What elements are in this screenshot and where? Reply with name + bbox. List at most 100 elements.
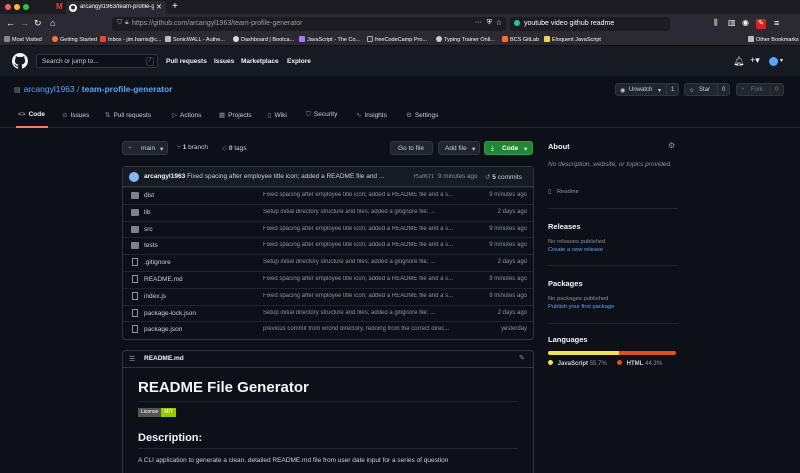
file-name-link[interactable]: index.js [144,293,166,300]
commit-sha[interactable]: f5a0671 [413,174,434,180]
tab-code[interactable]: <> Code [18,111,45,118]
user-avatar[interactable] [769,57,778,66]
file-row[interactable]: dist Fixed spacing after employee title i… [123,187,533,204]
account-icon[interactable]: ◉ [742,18,749,27]
bookmark-inbox[interactable]: Inbox - jim.harris@c... [100,36,162,43]
search-engine-icon[interactable] [514,20,520,26]
tab-issues[interactable]: ⊙ Issues [62,111,89,119]
language-html[interactable]: HTML 44.3% [617,360,662,367]
file-commit-message[interactable]: Setup initial directory structure and fi… [263,259,473,265]
commits-link[interactable]: ↺ 5 commits [485,173,522,181]
about-settings-gear-icon[interactable]: ⚙ [668,141,675,150]
unwatch-button[interactable]: ◉ Unwatch ▾ 1 [615,83,679,96]
create-new-plus-icon[interactable]: +▾ [750,55,760,66]
license-badge[interactable]: License MIT [138,408,176,417]
active-tab[interactable]: arcangyl1963/team-profile-ge ✕ [66,1,166,14]
file-name-link[interactable]: package-lock.json [144,310,196,317]
file-commit-message[interactable]: Fixed spacing after employee title icon;… [263,226,473,232]
bookmark-freecodecamp[interactable]: freeCodeCamp Pro... [367,36,427,43]
gmail-pinned-tab-icon[interactable]: M [56,3,64,11]
bookmark-sonicwall[interactable]: SonicWALL - Authe... [165,36,225,43]
bookmark-other[interactable]: Other Bookmarks [748,36,799,43]
packages-heading[interactable]: Packages [548,279,583,288]
file-name-link[interactable]: package.json [144,326,182,333]
file-row[interactable]: .gitignore Setup initial directory struct… [123,254,533,271]
code-button[interactable]: ⤓ Code ▾ [484,141,533,155]
url-bar[interactable]: ⛉ 🔒︎ https://github.com/arcangyl1963/tea… [112,17,506,31]
bookmark-typing-trainer[interactable]: Typing Trainer Onli... [436,36,495,43]
fork-count[interactable]: 0 [775,87,778,93]
language-javascript[interactable]: JavaScript 55.7% [548,360,607,367]
file-commit-message[interactable]: Setup initial directory structure and fi… [263,310,473,316]
home-icon[interactable]: ⌂ [50,18,55,28]
bookmark-javascript[interactable]: JavaScript - The Co... [299,36,360,43]
tab-pull-requests[interactable]: ⇅ Pull requests [105,111,151,119]
file-name-link[interactable]: README.md [144,276,183,283]
file-row[interactable]: src Fixed spacing after employee title ic… [123,220,533,238]
tab-close-icon[interactable]: ✕ [156,3,162,11]
readme-link[interactable]: ▯ Readme [548,189,579,195]
tab-actions[interactable]: ▷ Actions [172,111,201,119]
file-row[interactable]: lib Setup initial directory structure and… [123,203,533,221]
bookmark-eloquent-js[interactable]: Eloquent JavaScript [544,36,601,43]
star-count[interactable]: 0 [722,87,725,93]
github-search-input[interactable]: Search or jump to... / [36,54,158,68]
minimize-window-button[interactable] [14,4,20,10]
branch-select-button[interactable]: ⑂ main ▾ [122,141,168,155]
file-name-link[interactable]: .gitignore [144,259,171,266]
list-icon[interactable]: ☰ [129,355,135,363]
author-avatar[interactable] [129,172,139,182]
file-row[interactable]: tests Fixed spacing after employee title … [123,237,533,254]
extension-icon[interactable]: ✎ [756,19,766,29]
nav-issues[interactable]: Issues [214,58,234,65]
releases-heading[interactable]: Releases [548,222,581,231]
bookmark-getting-started[interactable]: Getting Started [52,36,97,43]
bookmark-star-icon[interactable]: ☆ [496,19,502,27]
edit-pencil-icon[interactable]: ✎ [519,354,525,362]
bookmark-bcs-gitlab[interactable]: BCS GitLab [502,36,539,43]
star-button[interactable]: ☆ Star 0 [684,83,730,96]
forward-arrow-icon[interactable]: → [20,18,29,28]
publish-package-link[interactable]: Publish your first package [548,304,614,310]
add-file-button[interactable]: Add file ▾ [438,141,480,155]
maximize-window-button[interactable] [23,4,29,10]
file-commit-message[interactable]: Fixed spacing after employee title icon;… [263,276,473,282]
tab-wiki[interactable]: ▯ Wiki [268,111,287,119]
repo-owner-link[interactable]: arcangyl1963 [24,84,75,94]
file-name-link[interactable]: lib [144,209,151,216]
file-commit-message[interactable]: Fixed spacing after employee title icon;… [263,242,473,248]
commit-message[interactable]: Fixed spacing after employee title icon;… [187,173,397,180]
watch-count[interactable]: 1 [671,87,674,93]
file-row[interactable]: README.md Fixed spacing after employee ti… [123,271,533,288]
new-tab-button[interactable]: + [172,1,178,12]
avatar-caret-icon[interactable]: ▾ [780,57,783,64]
file-name-link[interactable]: src [144,226,153,233]
back-arrow-icon[interactable]: ← [6,18,15,28]
file-row[interactable]: package.json previous commit from wrond d… [123,321,533,338]
search-bar[interactable]: youtube video github readme [510,17,670,31]
github-logo-icon[interactable] [12,53,28,69]
file-name-link[interactable]: dist [144,192,154,199]
commit-author[interactable]: arcangyl1963 [144,173,185,180]
bookmark-most-visited[interactable]: Most Visited [4,36,42,43]
tab-security[interactable]: ⛉ Security [306,111,337,119]
shield-icon[interactable]: ⛉ [117,19,122,27]
lock-icon[interactable]: 🔒︎ [125,19,129,27]
tab-projects[interactable]: ▦ Projects [219,111,252,119]
readme-filename[interactable]: README.md [144,355,184,362]
page-actions-icon[interactable]: ··· [475,19,482,26]
notifications-bell-icon[interactable]: 🔔︎ [733,56,744,67]
file-commit-message[interactable]: previous commit from wrond directory, re… [263,326,473,332]
nav-marketplace[interactable]: Marketplace [241,58,279,65]
nav-pull-requests[interactable]: Pull requests [166,58,207,65]
pocket-icon[interactable]: ⛨ [487,19,492,27]
reload-icon[interactable]: ↻ [34,18,42,29]
file-row[interactable]: index.js Fixed spacing after employee tit… [123,287,533,305]
file-commit-message[interactable]: Fixed spacing after employee title icon;… [263,192,473,198]
create-release-link[interactable]: Create a new release [548,247,603,253]
library-icon[interactable]: ⫼ [714,18,718,28]
bookmark-dashboard[interactable]: Dashboard | Bootca... [233,36,294,43]
sidebar-icon[interactable]: ▥ [728,18,736,27]
file-commit-message[interactable]: Setup initial directory structure and fi… [263,209,473,215]
go-to-file-button[interactable]: Go to file [390,141,433,155]
